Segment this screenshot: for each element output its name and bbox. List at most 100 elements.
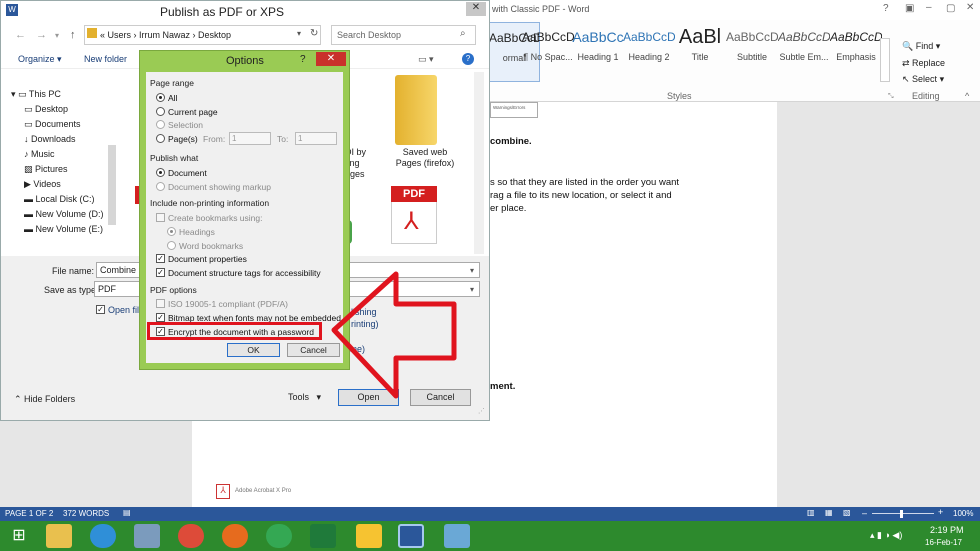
maximize-icon[interactable]: ▢ — [946, 3, 955, 14]
view-options-icon[interactable]: ▭ ▾ — [418, 54, 434, 65]
bookmarks-headings-label: Headings — [179, 227, 215, 237]
ribbon-display-icon[interactable]: ▣ — [905, 3, 914, 14]
refresh-icon[interactable]: ↻ — [310, 28, 318, 39]
tray-icons[interactable]: ▴ ▮ ◑ ◀) — [870, 530, 902, 541]
publish-markup-radio[interactable] — [156, 182, 165, 191]
excel-icon[interactable] — [310, 524, 336, 548]
ie-icon[interactable] — [90, 524, 116, 548]
publish-close-button[interactable]: ✕ — [466, 2, 486, 16]
structure-tags-checkbox[interactable]: ✓ — [156, 268, 165, 277]
styles-scroll[interactable] — [880, 38, 890, 82]
style-subtle-emphasis[interactable]: AaBbCcDc Subtle Em... — [778, 22, 830, 82]
create-bookmarks-checkbox[interactable] — [156, 213, 165, 222]
style-title[interactable]: AaBl Title — [674, 22, 726, 82]
styles-dialog-launcher-icon[interactable]: ⤡ — [888, 93, 894, 101]
bookmarks-headings-radio[interactable] — [167, 227, 176, 236]
page-to-input[interactable]: 1 — [295, 132, 337, 145]
new-folder-button[interactable]: New folder — [84, 54, 127, 64]
nav-volume-e[interactable]: ▬ New Volume (E:) — [24, 224, 103, 234]
app-icon[interactable] — [134, 524, 160, 548]
zoom-slider-thumb[interactable] — [900, 510, 903, 518]
options-help-button[interactable]: ? — [300, 54, 306, 65]
nav-this-pc[interactable]: ▾ ▭ This PC — [11, 89, 61, 100]
select-button[interactable]: ↖ Select ▾ — [902, 74, 944, 85]
options-ok-button[interactable]: OK — [227, 343, 280, 357]
nav-documents[interactable]: ▭ Documents — [24, 119, 81, 130]
resize-grip-icon[interactable]: ⋰ — [478, 407, 485, 415]
status-word-count[interactable]: 372 WORDS — [63, 509, 109, 518]
doc-properties-checkbox[interactable]: ✓ — [156, 254, 165, 263]
file-name-dropdown-icon[interactable]: ▾ — [470, 266, 474, 275]
print-layout-icon[interactable]: ▦ — [825, 508, 833, 517]
close-icon[interactable]: ✕ — [966, 2, 974, 13]
paint-icon[interactable] — [444, 524, 470, 548]
forward-icon[interactable]: → — [36, 29, 47, 41]
nav-local-disk[interactable]: ▬ Local Disk (C:) — [24, 194, 95, 204]
page-range-current-radio[interactable] — [156, 107, 165, 116]
folder-icon — [87, 28, 97, 38]
nav-videos[interactable]: ▶ Videos — [24, 179, 61, 190]
nav-pictures[interactable]: ▨ Pictures — [24, 164, 68, 175]
bitmap-text-checkbox[interactable]: ✓ — [156, 313, 165, 322]
notes-icon[interactable] — [356, 524, 382, 548]
hide-folders-button[interactable]: ⌃ Hide Folders — [14, 394, 75, 405]
zoom-out-icon[interactable]: – — [862, 508, 867, 518]
help-icon[interactable]: ? — [462, 53, 474, 65]
clock-date[interactable]: 16-Feb-17 — [925, 538, 962, 547]
nav-music[interactable]: ♪ Music — [24, 149, 55, 159]
chrome-icon[interactable] — [178, 524, 204, 548]
save-type-dropdown-icon[interactable]: ▾ — [470, 285, 474, 294]
style-heading-2[interactable]: AaBbCcD Heading 2 — [623, 22, 675, 82]
style-no-spacing[interactable]: AaBbCcDc ¶ No Spac... — [522, 22, 574, 82]
read-mode-icon[interactable]: ▥ — [807, 508, 815, 517]
pdfa-checkbox[interactable] — [156, 299, 165, 308]
recent-chevron-icon[interactable]: ▾ — [55, 31, 59, 40]
zoom-in-icon[interactable]: + — [938, 507, 943, 517]
publish-document-radio[interactable] — [156, 168, 165, 177]
page-range-all-radio[interactable] — [156, 93, 165, 102]
status-page-count[interactable]: PAGE 1 OF 2 — [5, 509, 53, 518]
search-icon[interactable]: ⌕ — [460, 28, 466, 39]
page-from-input[interactable]: 1 — [229, 132, 271, 145]
file-name-value[interactable]: Combine n — [100, 265, 144, 275]
word-taskbar-icon[interactable] — [398, 524, 424, 548]
proofing-icon[interactable]: ▤ — [123, 508, 131, 517]
organize-button[interactable]: Organize ▾ — [18, 54, 62, 65]
page-range-selection-radio[interactable] — [156, 120, 165, 129]
saved-web-pages-folder[interactable] — [395, 75, 437, 145]
style-heading-1[interactable]: AaBbCc Heading 1 — [572, 22, 624, 82]
address-path[interactable]: « Users › Irrum Nawaz › Desktop — [100, 30, 231, 40]
chrome-app-icon[interactable] — [266, 524, 292, 548]
file-name-label: File name: — [52, 266, 95, 276]
clock-time[interactable]: 2:19 PM — [930, 525, 964, 535]
start-icon[interactable]: ⊞ — [6, 524, 32, 548]
nav-scrollbar[interactable] — [108, 145, 116, 225]
open-file-label: Open fil — [108, 305, 140, 315]
zoom-slider[interactable] — [872, 513, 934, 514]
address-dropdown-icon[interactable]: ▾ — [297, 29, 301, 38]
open-file-checkbox[interactable]: ✓ — [96, 305, 105, 314]
save-type-value[interactable]: PDF — [98, 284, 116, 294]
tools-button[interactable]: Tools ▾ — [288, 392, 321, 403]
minimize-icon[interactable]: – — [926, 2, 932, 13]
nav-volume-d[interactable]: ▬ New Volume (D:) — [24, 209, 104, 219]
find-button[interactable]: 🔍 Find ▾ — [902, 41, 940, 52]
file-explorer-icon[interactable] — [46, 524, 72, 548]
up-icon[interactable]: ↑ — [70, 29, 76, 41]
collapse-ribbon-icon[interactable]: ^ — [965, 91, 969, 101]
back-icon[interactable]: ← — [15, 29, 26, 41]
file-scrollbar[interactable] — [474, 72, 484, 254]
help-icon[interactable]: ? — [883, 3, 889, 14]
style-emphasis[interactable]: AaBbCcDc Emphasis — [830, 22, 882, 82]
nav-downloads[interactable]: ↓ Downloads — [24, 134, 76, 144]
style-subtitle[interactable]: AaBbCcD Subtitle — [726, 22, 778, 82]
zoom-level[interactable]: 100% — [953, 509, 973, 518]
firefox-icon[interactable] — [222, 524, 248, 548]
options-close-button[interactable]: ✕ — [316, 52, 346, 66]
replace-button[interactable]: ⇄ Replace — [902, 58, 945, 69]
web-layout-icon[interactable]: ▧ — [843, 508, 851, 517]
nav-desktop[interactable]: ▭ Desktop — [24, 104, 68, 115]
publish-dialog-title: Publish as PDF or XPS — [160, 5, 285, 19]
page-range-pages-radio[interactable] — [156, 134, 165, 143]
bookmarks-word-radio[interactable] — [167, 241, 176, 250]
